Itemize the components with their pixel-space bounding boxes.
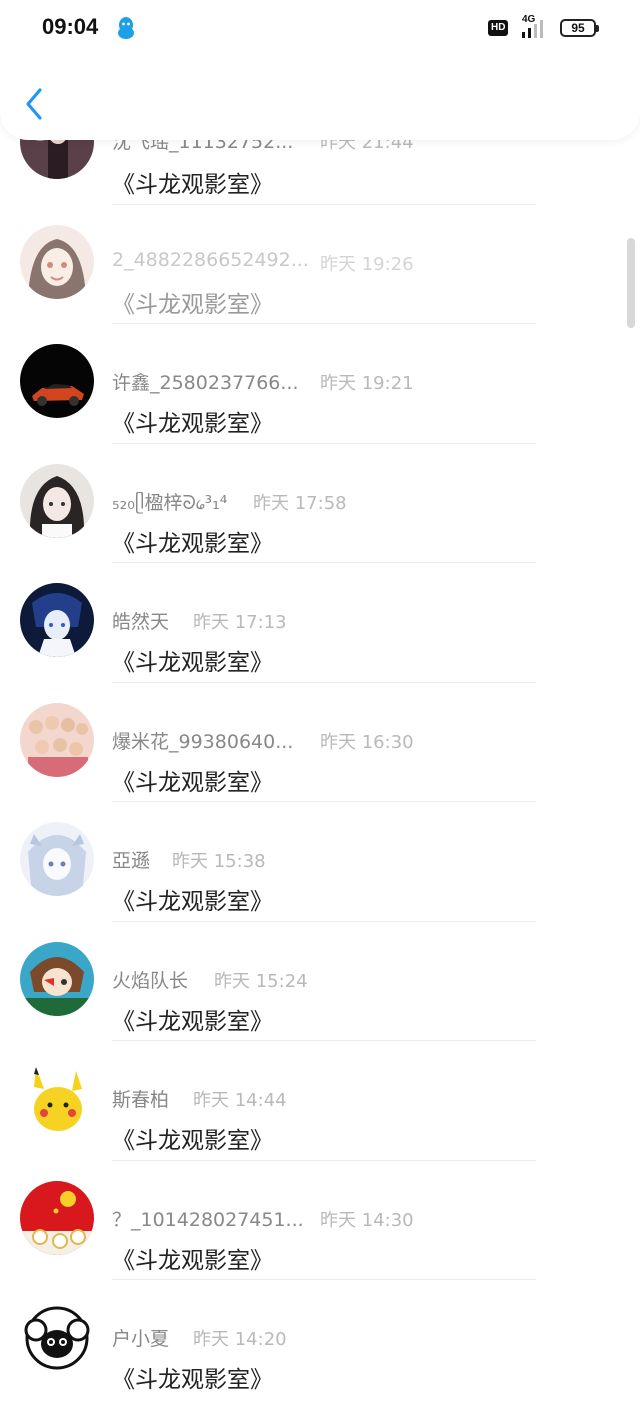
list-item[interactable]: 许鑫_2580237766... 昨天 19:21 《斗龙观影室》 [0, 324, 640, 444]
status-bar: 09:04 HD 4G 95 [0, 0, 640, 56]
sender-name: 皓然天 [112, 611, 170, 633]
avatar[interactable] [20, 463, 94, 538]
scrollbar[interactable] [627, 238, 635, 328]
list-item[interactable]: 亞遜 昨天 15:38 《斗龙观影室》 [0, 802, 640, 922]
list-item[interactable]: ₅₂₀ᥫ楹梓ᘐ᥀³₁⁴ 昨天 17:58 《斗龙观影室》 [0, 444, 640, 563]
message-list: 沈飞瑶_11132752... 昨天 21:44 《斗龙观影室》 2_48822… [0, 85, 640, 1400]
avatar[interactable] [20, 344, 94, 418]
message-time: 昨天 17:58 [253, 492, 347, 514]
message-time: 昨天 16:30 [320, 731, 414, 753]
message-time: 昨天 19:26 [320, 253, 414, 275]
sender-name: ？_101428027451... [112, 1208, 304, 1231]
sender-name: 2_4882286652492... [112, 248, 309, 271]
list-item[interactable]: ？_101428027451... 昨天 14:30 《斗龙观影室》 [0, 1161, 640, 1280]
message-text: 《斗龙观影室》 [112, 889, 273, 915]
back-button[interactable] [18, 82, 52, 126]
message-time: 昨天 15:38 [172, 851, 266, 872]
avatar[interactable] [20, 822, 94, 896]
signal-icon [514, 16, 550, 40]
sender-name: 户小夏 [112, 1328, 170, 1350]
message-time: 昨天 14:20 [193, 1329, 287, 1350]
chevron-left-icon [18, 88, 52, 130]
message-time: 昨天 19:21 [320, 373, 414, 394]
message-text: 《斗龙观影室》 [112, 411, 273, 437]
message-text: 《斗龙观影室》 [112, 1247, 273, 1274]
message-time: 昨天 14:44 [193, 1090, 287, 1111]
sender-name: 斯春柏 [112, 1089, 170, 1111]
list-item[interactable]: 皓然天 昨天 17:13 《斗龙观影室》 [0, 563, 640, 683]
sender-name: ₅₂₀ᥫ楹梓ᘐ᥀³₁⁴ [112, 491, 228, 514]
message-text: 《斗龙观影室》 [112, 650, 273, 676]
message-text: 《斗龙观影室》 [112, 1367, 273, 1393]
qq-penguin-icon [116, 16, 136, 40]
avatar[interactable] [20, 941, 94, 1016]
sender-name: 火焰队长 [112, 969, 189, 992]
list-item[interactable]: 斯春柏 昨天 14:44 《斗龙观影室》 [0, 1041, 640, 1161]
message-text: 《斗龙观影室》 [112, 291, 273, 318]
sender-name: 爆米花_99380640... [112, 730, 294, 753]
avatar[interactable] [20, 583, 94, 657]
message-text: 《斗龙观影室》 [112, 1008, 273, 1035]
message-text: 《斗龙观影室》 [112, 1128, 273, 1154]
avatar[interactable] [20, 1180, 94, 1255]
message-text: 《斗龙观影室》 [112, 769, 273, 796]
message-time: 昨天 15:24 [214, 970, 308, 992]
avatar[interactable] [20, 1300, 94, 1374]
message-text: 《斗龙观影室》 [112, 530, 273, 557]
message-time: 昨天 17:13 [193, 612, 287, 633]
list-item[interactable]: 户小夏 昨天 14:20 《斗龙观影室》 [0, 1280, 640, 1400]
avatar[interactable] [20, 1061, 94, 1135]
top-header: 09:04 HD 4G 95 [0, 0, 640, 140]
battery-icon: 95 [560, 19, 599, 37]
avatar[interactable] [20, 224, 94, 299]
list-item[interactable]: 火焰队长 昨天 15:24 《斗龙观影室》 [0, 922, 640, 1041]
sender-name: 许鑫_2580237766... [112, 372, 299, 394]
list-item[interactable]: 2_4882286652492... 昨天 19:26 《斗龙观影室》 [0, 205, 640, 324]
sender-name: 亞遜 [112, 850, 151, 872]
avatar[interactable] [20, 702, 94, 777]
message-time: 昨天 14:30 [320, 1209, 414, 1231]
message-text: 《斗龙观影室》 [112, 172, 273, 198]
status-time: 09:04 [42, 14, 99, 39]
hd-badge: HD [488, 20, 509, 36]
list-item[interactable]: 爆米花_99380640... 昨天 16:30 《斗龙观影室》 [0, 683, 640, 802]
